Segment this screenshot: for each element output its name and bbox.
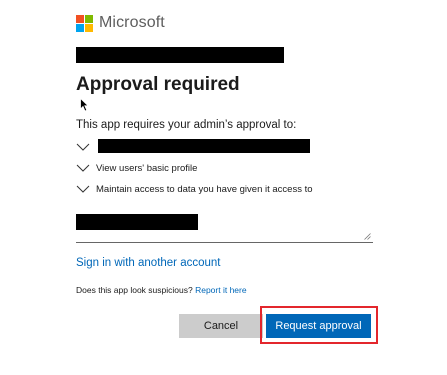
cancel-button[interactable]: Cancel <box>179 314 263 338</box>
highlight-box <box>260 306 378 344</box>
chevron-down-icon[interactable] <box>76 184 90 194</box>
permission-item[interactable]: Maintain access to data you have given i… <box>76 182 313 196</box>
approval-page: Microsoft Approval required This app req… <box>0 0 447 375</box>
page-title: Approval required <box>76 74 240 95</box>
mouse-pointer-icon <box>80 98 90 112</box>
redacted-account-email <box>76 47 284 63</box>
logo-square-yellow <box>85 23 93 32</box>
resize-handle-icon[interactable] <box>364 233 371 240</box>
report-link[interactable]: Report it here <box>195 285 247 295</box>
logo-square-red <box>76 14 84 23</box>
chevron-down-icon[interactable] <box>76 163 90 173</box>
suspicious-question: Does this app look suspicious? <box>76 285 193 295</box>
permission-label: Maintain access to data you have given i… <box>96 183 313 195</box>
logo-square-green <box>85 14 93 23</box>
logo-square-blue <box>76 23 84 32</box>
microsoft-brand: Microsoft <box>76 14 165 32</box>
sign-in-another-account-link[interactable]: Sign in with another account <box>76 257 220 269</box>
redacted-justification-text <box>76 214 198 230</box>
permission-item[interactable] <box>76 140 96 154</box>
brand-name: Microsoft <box>99 14 165 31</box>
approval-intro-text: This app requires your admin’s approval … <box>76 119 297 131</box>
chevron-down-icon[interactable] <box>76 142 90 152</box>
redacted-permission <box>98 139 310 153</box>
permission-label: View users' basic profile <box>96 162 198 174</box>
microsoft-logo-icon <box>76 14 93 32</box>
suspicious-app-notice: Does this app look suspicious? Report it… <box>76 285 247 295</box>
permission-item[interactable]: View users' basic profile <box>76 161 197 175</box>
